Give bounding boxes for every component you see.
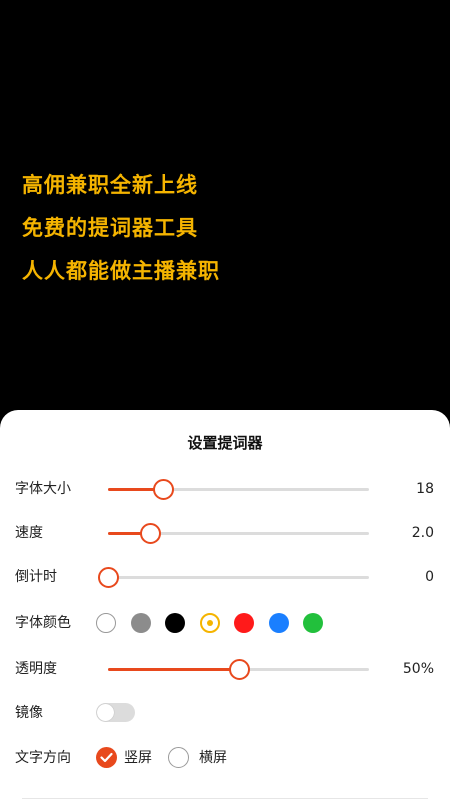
color-swatch-5[interactable] [268,613,289,633]
prompter-text-area: 高佣兼职全新上线 免费的提词器工具 人人都能做主播兼职 [22,168,220,297]
countdown-row: 倒计时 0 [0,562,450,592]
color-swatch-4[interactable] [234,613,254,633]
color-swatch-6[interactable] [303,613,323,633]
prompter-line-3: 人人都能做主播兼职 [22,259,220,283]
color-swatch-0[interactable] [96,613,116,633]
bottom-divider [22,798,428,799]
direction-portrait-radio[interactable] [96,747,117,768]
opacity-row: 透明度 50% [0,654,450,684]
speed-slider[interactable] [108,523,369,544]
color-swatch-1[interactable] [130,613,151,633]
direction-landscape-label[interactable]: 横屏 [199,743,227,773]
settings-title: 设置提词器 [187,434,263,452]
opacity-slider-thumb[interactable] [228,659,250,680]
direction-landscape-radio[interactable] [168,747,189,768]
mirror-row: 镜像 [0,698,450,728]
speed-value: 2.0 [411,525,434,541]
opacity-value: 50% [402,661,434,677]
font-size-slider[interactable] [108,479,369,500]
speed-row: 速度 2.0 [0,518,450,548]
countdown-label: 倒计时 [15,569,57,585]
countdown-slider-thumb[interactable] [98,567,119,588]
font-size-value: 18 [416,481,434,497]
font-color-label: 字体颜色 [15,615,71,631]
direction-row: 文字方向 竖屏 横屏 [0,743,450,773]
font-size-slider-thumb[interactable] [152,479,174,500]
check-icon [100,752,113,763]
font-color-row: 字体颜色 [0,608,450,638]
opacity-label: 透明度 [15,661,57,677]
direction-label: 文字方向 [15,750,71,766]
settings-sheet: 设置提词器 字体大小 18 速度 2.0 倒计时 0 字体颜色 透明度 50% … [0,410,450,800]
color-swatch-3[interactable] [199,613,220,633]
prompter-line-2: 免费的提词器工具 [22,216,198,240]
prompter-line-1: 高佣兼职全新上线 [22,173,198,197]
opacity-slider-fill [108,668,239,671]
teleprompter-screen: 高佣兼职全新上线 免费的提词器工具 人人都能做主播兼职 设置提词器 字体大小 1… [0,0,450,800]
font-size-row: 字体大小 18 [0,474,450,504]
speed-slider-thumb[interactable] [139,523,161,544]
countdown-value: 0 [425,569,434,585]
font-size-label: 字体大小 [15,481,71,497]
color-swatch-2[interactable] [165,613,185,633]
mirror-label: 镜像 [15,705,43,721]
mirror-toggle-knob [97,704,114,721]
mirror-toggle[interactable] [96,703,135,722]
speed-label: 速度 [15,525,43,541]
opacity-slider[interactable] [108,659,369,680]
direction-portrait-label[interactable]: 竖屏 [124,743,152,773]
countdown-slider[interactable] [98,567,369,588]
